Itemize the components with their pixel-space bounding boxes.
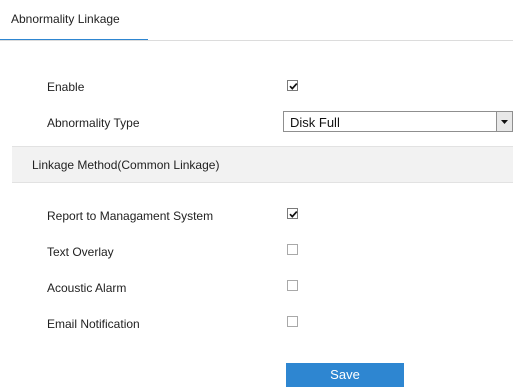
email-notification-label: Email Notification [47, 317, 140, 331]
abnormality-type-label: Abnormality Type [47, 116, 140, 130]
text-overlay-checkbox[interactable] [287, 244, 298, 255]
report-to-management-checkbox[interactable] [287, 208, 298, 219]
enable-checkbox[interactable] [287, 80, 298, 91]
report-to-management-label: Report to Managament System [47, 209, 214, 223]
enable-label: Enable [47, 80, 85, 94]
abnormality-type-select[interactable]: Disk Full [283, 111, 513, 132]
checkmark-icon [289, 83, 298, 90]
acoustic-alarm-checkbox[interactable] [287, 280, 298, 291]
tab-divider [0, 40, 513, 41]
abnormality-type-value: Disk Full [290, 115, 340, 130]
save-button[interactable]: Save [286, 363, 404, 387]
linkage-method-section: Linkage Method(Common Linkage) [12, 146, 513, 183]
tab-abnormality-linkage[interactable]: Abnormality Linkage [0, 0, 148, 41]
text-overlay-label: Text Overlay [47, 245, 114, 259]
email-notification-checkbox[interactable] [287, 316, 298, 327]
checkmark-icon [289, 211, 298, 218]
section-title: Linkage Method(Common Linkage) [32, 158, 220, 172]
tab-label: Abnormality Linkage [11, 12, 120, 26]
acoustic-alarm-label: Acoustic Alarm [47, 281, 127, 295]
dropdown-arrow-icon[interactable] [496, 112, 512, 131]
